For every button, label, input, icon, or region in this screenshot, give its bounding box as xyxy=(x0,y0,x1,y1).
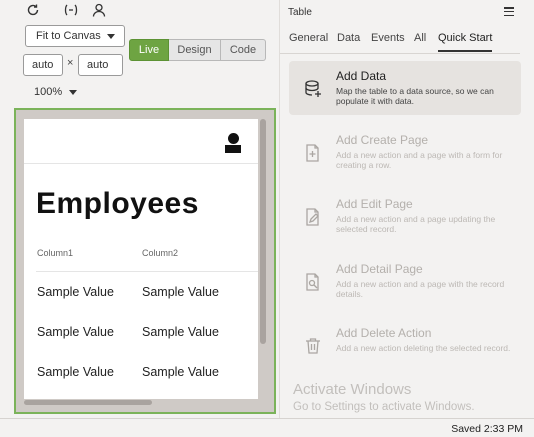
code-mode-button[interactable]: Code xyxy=(221,39,266,61)
panel-title: Table xyxy=(288,7,312,18)
table-row[interactable]: Sample Value Sample Value xyxy=(36,312,258,352)
chevron-down-icon[interactable] xyxy=(69,90,77,95)
quick-start-add-edit-page[interactable]: Add Edit Page Add a new action and a pag… xyxy=(289,189,521,243)
card-description: Add a new action and a page with a form … xyxy=(336,150,503,170)
dimension-separator: × xyxy=(67,57,74,69)
card-title: Add Create Page xyxy=(336,133,429,147)
tab-data[interactable]: Data xyxy=(337,32,360,44)
design-mode-button[interactable]: Design xyxy=(169,39,221,61)
horizontal-scrollbar[interactable] xyxy=(24,400,152,405)
fit-to-canvas-dropdown[interactable]: Fit to Canvas xyxy=(25,25,125,47)
column-header: Column1 xyxy=(37,248,74,258)
zoom-level[interactable]: 100% xyxy=(34,86,62,98)
table-cell: Sample Value xyxy=(37,365,114,379)
variables-icon[interactable] xyxy=(61,0,81,20)
canvas-height-input[interactable]: auto xyxy=(78,54,123,76)
table-cell: Sample Value xyxy=(142,325,219,339)
table-cell: Sample Value xyxy=(142,285,219,299)
panel-tabs: General Data Events All Quick Start xyxy=(280,32,520,54)
menu-icon[interactable] xyxy=(504,7,514,16)
tab-all[interactable]: All xyxy=(414,32,426,44)
preview-header xyxy=(24,119,258,164)
user-icon[interactable] xyxy=(89,0,109,20)
fit-to-canvas-label: Fit to Canvas xyxy=(36,30,101,42)
card-title: Add Delete Action xyxy=(336,326,432,340)
detail-page-icon xyxy=(303,272,323,292)
designer-toolbar xyxy=(0,0,279,22)
canvas-width-input[interactable]: auto xyxy=(23,54,63,76)
activation-watermark-title: Activate Windows xyxy=(293,381,412,398)
mode-switch: Live Design Code xyxy=(129,39,266,61)
card-description: Map the table to a data source, so we ca… xyxy=(336,86,494,106)
quick-start-add-create-page[interactable]: Add Create Page Add a new action and a p… xyxy=(289,125,521,179)
employees-table[interactable]: Column1 Column2 Sample Value Sample Valu… xyxy=(36,234,258,392)
save-status: Saved 2:33 PM xyxy=(451,423,523,435)
card-title: Add Data xyxy=(336,69,387,83)
status-bar: Saved 2:33 PM xyxy=(0,418,534,437)
tab-general[interactable]: General xyxy=(289,32,328,44)
table-cell: Sample Value xyxy=(37,285,114,299)
database-icon xyxy=(303,79,323,99)
chevron-down-icon xyxy=(107,34,115,39)
tab-events[interactable]: Events xyxy=(371,32,405,44)
card-title: Add Detail Page xyxy=(336,262,423,276)
avatar-icon[interactable] xyxy=(225,133,241,153)
page-title: Employees xyxy=(36,187,199,220)
column-header: Column2 xyxy=(142,248,179,258)
edit-page-icon xyxy=(303,207,323,227)
quick-start-add-delete-action[interactable]: Add Delete Action Add a new action delet… xyxy=(289,318,521,372)
quick-start-add-data[interactable]: Add Data Map the table to a data source,… xyxy=(289,61,521,115)
table-cell: Sample Value xyxy=(37,325,114,339)
card-description: Add a new action and a page with the rec… xyxy=(336,279,505,299)
card-description: Add a new action and a page updating the… xyxy=(336,214,496,234)
trash-icon xyxy=(303,336,323,356)
activation-watermark-subtitle: Go to Settings to activate Windows. xyxy=(293,401,475,413)
card-description: Add a new action deleting the selected r… xyxy=(336,343,511,353)
properties-pane: Table General Data Events All Quick Star… xyxy=(279,0,534,418)
table-header: Column1 Column2 xyxy=(36,234,258,272)
table-cell: Sample Value xyxy=(142,365,219,379)
preview-canvas: Employees Column1 Column2 Sample Value S… xyxy=(14,108,276,414)
vertical-scrollbar[interactable] xyxy=(260,119,266,344)
card-title: Add Edit Page xyxy=(336,197,413,211)
tab-quick-start[interactable]: Quick Start xyxy=(438,32,493,52)
designer-pane: Fit to Canvas Live Design Code auto × au… xyxy=(0,0,279,418)
refresh-icon[interactable] xyxy=(23,0,43,20)
table-row[interactable]: Sample Value Sample Value xyxy=(36,272,258,312)
preview-page: Employees Column1 Column2 Sample Value S… xyxy=(24,119,258,399)
live-mode-button[interactable]: Live xyxy=(129,39,169,61)
quick-start-add-detail-page[interactable]: Add Detail Page Add a new action and a p… xyxy=(289,254,521,308)
table-row[interactable]: Sample Value Sample Value xyxy=(36,352,258,392)
create-page-icon xyxy=(303,143,323,163)
